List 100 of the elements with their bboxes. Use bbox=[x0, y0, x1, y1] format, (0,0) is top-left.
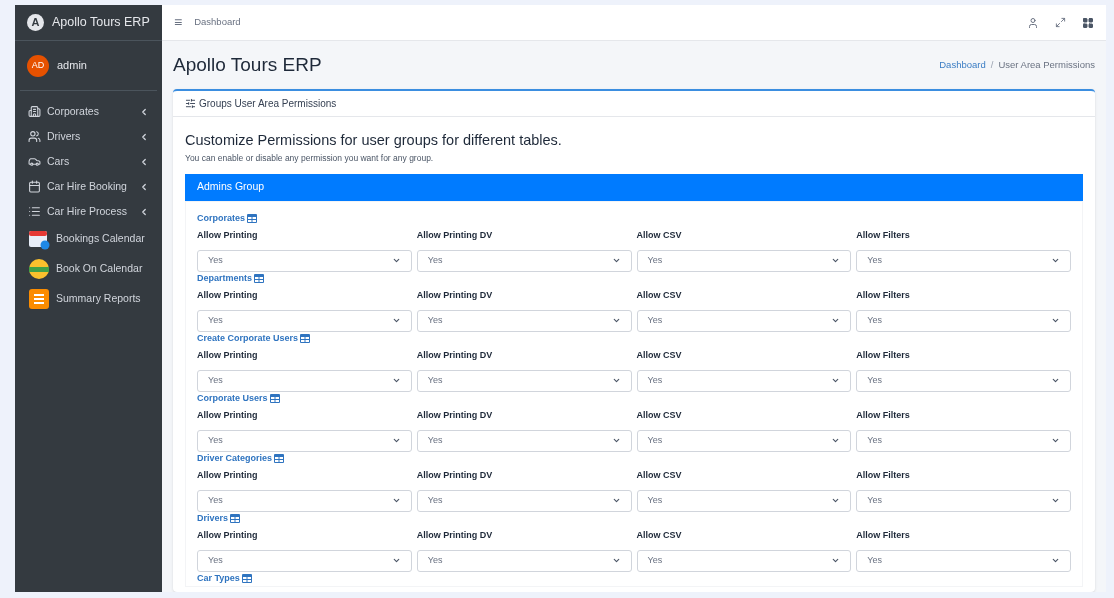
table-icon bbox=[269, 394, 280, 404]
select-field[interactable]: Yes bbox=[856, 369, 1071, 392]
table-icon bbox=[300, 334, 311, 344]
card-description: You can enable or disable any permission you want for any group. bbox=[185, 152, 435, 165]
user-name: admin bbox=[57, 58, 87, 74]
field-label: Allow CSV bbox=[636, 469, 683, 482]
select-field[interactable]: Yes bbox=[197, 429, 412, 452]
field-label: Allow Printing bbox=[197, 289, 259, 302]
field-label: Allow Filters bbox=[856, 409, 911, 422]
field-label: Allow CSV bbox=[636, 529, 683, 542]
user-icon[interactable] bbox=[1027, 16, 1039, 29]
sidebar-item[interactable]: Car Hire Booking bbox=[15, 174, 162, 199]
field-label: Allow CSV bbox=[636, 289, 683, 302]
chevron-icon bbox=[139, 106, 149, 117]
sidebar-item[interactable]: Book On Calendar bbox=[15, 254, 162, 284]
field-label: Allow Printing bbox=[197, 349, 259, 362]
select-field[interactable]: Yes bbox=[636, 249, 852, 272]
field-label: Allow Filters bbox=[856, 469, 911, 482]
table-name: Drivers bbox=[197, 512, 229, 525]
table-icon bbox=[241, 574, 252, 584]
field-label: Allow Printing bbox=[197, 529, 259, 542]
list-icon bbox=[28, 205, 41, 218]
select-field[interactable]: Yes bbox=[856, 249, 1071, 272]
card-heading: Customize Permissions for user groups for different tables. bbox=[185, 131, 563, 149]
sidebar-item[interactable]: Bookings Calendar bbox=[15, 224, 162, 254]
select-field[interactable]: Yes bbox=[636, 489, 852, 512]
table-name: Car Types bbox=[197, 572, 240, 585]
field-label: Allow Printing DV bbox=[416, 409, 494, 422]
chevron-icon bbox=[139, 181, 149, 192]
page-title: Apollo Tours ERP bbox=[173, 52, 322, 77]
calendar-icon bbox=[28, 180, 41, 193]
nav-link[interactable]: Dashboard bbox=[194, 15, 241, 30]
select-field[interactable]: Yes bbox=[416, 489, 632, 512]
select-field[interactable]: Yes bbox=[197, 309, 412, 332]
select-field[interactable]: Yes bbox=[636, 369, 852, 392]
table-name: Driver Categories bbox=[197, 452, 273, 465]
sidebar-item[interactable]: Car Hire Process bbox=[15, 199, 162, 224]
menu-button[interactable]: ≡ bbox=[174, 12, 183, 33]
car-icon bbox=[28, 155, 41, 168]
select-field[interactable]: Yes bbox=[636, 549, 852, 572]
brand-name: Apollo Tours ERP bbox=[52, 14, 150, 32]
field-label: Allow Filters bbox=[856, 229, 911, 242]
field-label: Allow Printing DV bbox=[416, 289, 494, 302]
select-field[interactable]: Yes bbox=[416, 549, 632, 572]
sidebar-item[interactable]: Cars bbox=[15, 149, 162, 174]
field-label: Allow CSV bbox=[636, 229, 683, 242]
sliders-icon bbox=[185, 98, 196, 109]
sidebar-item[interactable]: Corporates bbox=[15, 99, 162, 124]
select-field[interactable]: Yes bbox=[197, 249, 412, 272]
select-field[interactable]: Yes bbox=[197, 489, 412, 512]
grid-icon[interactable] bbox=[1082, 16, 1094, 29]
select-field[interactable]: Yes bbox=[416, 309, 632, 332]
fullscreen-icon[interactable] bbox=[1055, 17, 1066, 28]
field-label: Allow Printing DV bbox=[416, 469, 494, 482]
sidebar-item[interactable]: Summary Reports bbox=[15, 284, 162, 314]
field-label: Allow CSV bbox=[636, 409, 683, 422]
field-label: Allow Filters bbox=[856, 529, 911, 542]
chevron-icon bbox=[139, 131, 149, 142]
brand-logo: A bbox=[27, 14, 44, 31]
chevron-icon bbox=[139, 156, 149, 167]
breadcrumb-item[interactable]: User Area Permissions bbox=[998, 57, 1095, 73]
select-field[interactable]: Yes bbox=[636, 429, 852, 452]
field-label: Allow Printing bbox=[197, 409, 259, 422]
breadcrumb-item[interactable]: Dashboard bbox=[939, 57, 986, 73]
table-name: Create Corporate Users bbox=[197, 332, 299, 345]
table-name: Departments bbox=[197, 272, 252, 285]
select-field[interactable]: Yes bbox=[416, 249, 632, 272]
field-label: Allow CSV bbox=[636, 349, 683, 362]
select-field[interactable]: Yes bbox=[197, 369, 412, 392]
sidebar-item[interactable]: Drivers bbox=[15, 124, 162, 149]
round-badge-icon bbox=[28, 258, 50, 280]
select-field[interactable]: Yes bbox=[197, 549, 412, 572]
field-label: Allow Filters bbox=[856, 349, 911, 362]
table-icon bbox=[247, 214, 257, 224]
table-icon bbox=[254, 274, 264, 284]
field-label: Allow Printing DV bbox=[416, 349, 494, 362]
breadcrumb-separator: / bbox=[990, 57, 994, 72]
select-field[interactable]: Yes bbox=[416, 369, 632, 392]
building-icon bbox=[28, 105, 41, 118]
field-label: Allow Printing DV bbox=[416, 229, 494, 242]
group-header: Admins Group bbox=[185, 173, 1083, 201]
select-field[interactable]: Yes bbox=[636, 309, 852, 332]
field-label: Allow Printing bbox=[197, 229, 259, 242]
table-name: Corporates bbox=[197, 212, 245, 225]
select-field[interactable]: Yes bbox=[416, 429, 632, 452]
select-field[interactable]: Yes bbox=[856, 429, 1071, 452]
users-icon bbox=[28, 130, 41, 143]
table-name: Corporate Users bbox=[197, 392, 268, 405]
select-field[interactable]: Yes bbox=[856, 309, 1071, 332]
field-label: Allow Filters bbox=[856, 289, 911, 302]
select-field[interactable]: Yes bbox=[856, 489, 1071, 512]
field-label: Allow Printing bbox=[197, 469, 259, 482]
user-avatar: AD bbox=[27, 54, 49, 77]
calendar-clock-icon bbox=[28, 228, 50, 250]
table-icon bbox=[230, 514, 241, 524]
select-field[interactable]: Yes bbox=[856, 549, 1071, 572]
card-title: Groups User Area Permissions bbox=[199, 97, 337, 111]
table-icon bbox=[274, 454, 285, 464]
chevron-icon bbox=[139, 206, 149, 217]
report-list-icon bbox=[28, 288, 50, 310]
